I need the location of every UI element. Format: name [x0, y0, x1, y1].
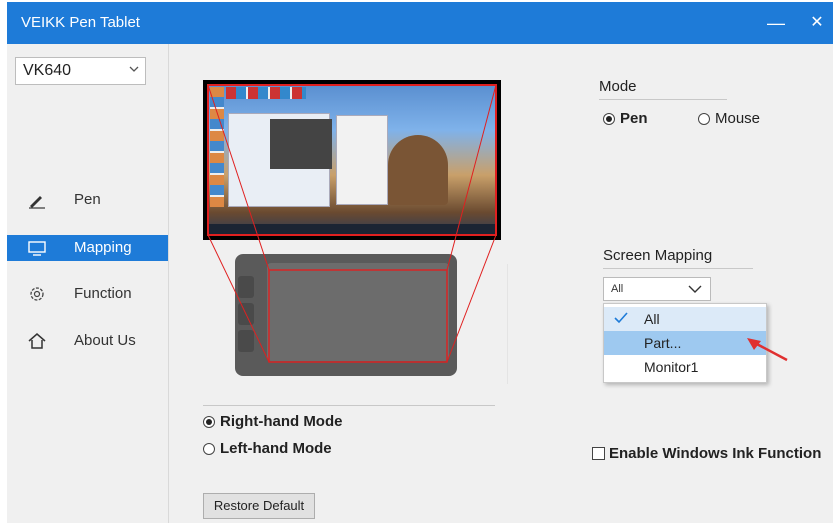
screen-mapping-select[interactable]: All [603, 277, 711, 301]
mapped-tablet-area [268, 269, 448, 363]
mapped-screen-outline [207, 84, 497, 236]
option-label: Part... [644, 335, 682, 351]
checkbox-label: Enable Windows Ink Function [609, 445, 822, 462]
mode-title: Mode [599, 78, 637, 95]
mapping-line [207, 84, 270, 271]
mapping-line [446, 84, 497, 271]
screen-mapping-value: All [611, 283, 624, 295]
radio-label: Mouse [715, 110, 761, 127]
mode-mouse-radio[interactable]: Mouse [698, 110, 760, 127]
option-label: All [644, 311, 660, 327]
radio-label: Right-hand Mode [220, 413, 343, 430]
restore-default-button[interactable]: Restore Default [203, 493, 315, 519]
radio-checked-icon [203, 415, 215, 428]
divider [603, 268, 753, 269]
radio-label: Pen [620, 110, 648, 127]
option-all[interactable]: All [604, 307, 766, 331]
app-window: VEIKK Pen Tablet — ✕ VK640 Pen Mapping F… [7, 2, 833, 523]
mapping-line [207, 234, 270, 363]
chevron-down-icon [688, 285, 702, 293]
mapping-line [446, 234, 497, 363]
windows-ink-checkbox[interactable]: Enable Windows Ink Function [592, 445, 821, 462]
radio-unchecked-icon [203, 442, 215, 455]
option-label: Monitor1 [644, 359, 699, 375]
pointer-arrow-icon [747, 338, 788, 362]
check-icon [614, 312, 628, 324]
divider [507, 264, 508, 384]
checkbox-unchecked-icon [592, 447, 605, 460]
right-hand-mode-radio[interactable]: Right-hand Mode [203, 413, 342, 430]
divider [599, 99, 727, 100]
radio-unchecked-icon [698, 112, 710, 125]
left-hand-mode-radio[interactable]: Left-hand Mode [203, 440, 332, 457]
divider [203, 405, 495, 406]
option-monitor1[interactable]: Monitor1 [604, 355, 766, 379]
mode-pen-radio[interactable]: Pen [603, 110, 648, 127]
screen-mapping-dropdown: All Part... Monitor1 [603, 303, 767, 383]
radio-checked-icon [603, 112, 615, 125]
radio-label: Left-hand Mode [220, 440, 332, 457]
option-part[interactable]: Part... [604, 331, 766, 355]
screen-mapping-title: Screen Mapping [603, 247, 713, 264]
